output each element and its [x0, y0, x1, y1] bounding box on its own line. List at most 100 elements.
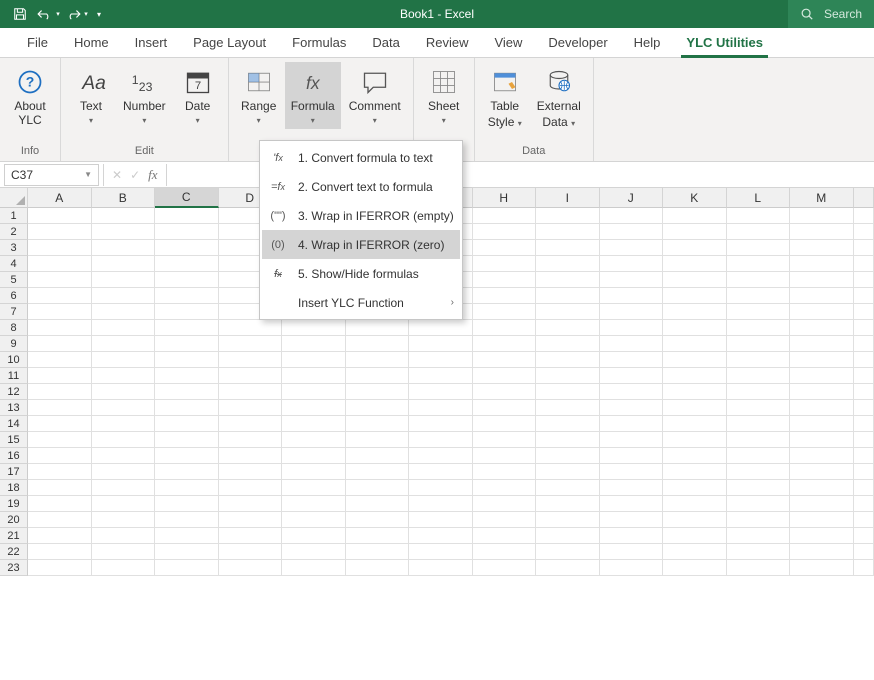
- cell[interactable]: [282, 368, 346, 384]
- cell[interactable]: [536, 512, 600, 528]
- tab-help[interactable]: Help: [621, 28, 674, 58]
- cell[interactable]: [28, 304, 92, 320]
- cell[interactable]: [600, 544, 664, 560]
- cell[interactable]: [790, 384, 854, 400]
- cell[interactable]: [473, 448, 537, 464]
- cell[interactable]: [790, 560, 854, 576]
- cell[interactable]: [536, 336, 600, 352]
- cell[interactable]: [600, 320, 664, 336]
- column-header[interactable]: A: [28, 188, 92, 208]
- cell[interactable]: [536, 288, 600, 304]
- cell[interactable]: [346, 432, 410, 448]
- cell[interactable]: [155, 208, 219, 224]
- cell[interactable]: [92, 352, 156, 368]
- cell[interactable]: [854, 448, 874, 464]
- cell[interactable]: [473, 416, 537, 432]
- cell[interactable]: [727, 272, 791, 288]
- cell[interactable]: [409, 544, 473, 560]
- tab-formulas[interactable]: Formulas: [279, 28, 359, 58]
- cell[interactable]: [790, 448, 854, 464]
- cell[interactable]: [28, 512, 92, 528]
- cell[interactable]: [790, 464, 854, 480]
- cell[interactable]: [727, 448, 791, 464]
- cell[interactable]: [663, 400, 727, 416]
- cell[interactable]: [155, 448, 219, 464]
- cell[interactable]: [473, 240, 537, 256]
- cell[interactable]: [92, 400, 156, 416]
- cell[interactable]: [727, 416, 791, 432]
- sheet-button[interactable]: Sheet▾: [420, 62, 468, 129]
- cell[interactable]: [92, 528, 156, 544]
- cell[interactable]: [92, 432, 156, 448]
- cell[interactable]: [854, 528, 874, 544]
- column-header[interactable]: C: [155, 188, 219, 208]
- cell[interactable]: [155, 464, 219, 480]
- cell[interactable]: [536, 384, 600, 400]
- cell[interactable]: [155, 368, 219, 384]
- cell[interactable]: [282, 480, 346, 496]
- cell[interactable]: [790, 224, 854, 240]
- cell[interactable]: [28, 272, 92, 288]
- cell[interactable]: [92, 272, 156, 288]
- cell[interactable]: [346, 352, 410, 368]
- cell[interactable]: [727, 304, 791, 320]
- cell[interactable]: [155, 496, 219, 512]
- column-header[interactable]: L: [727, 188, 791, 208]
- cell[interactable]: [282, 320, 346, 336]
- cell[interactable]: [28, 368, 92, 384]
- range-button[interactable]: Range▾: [235, 62, 283, 129]
- menu-item[interactable]: 'fx1. Convert formula to text: [262, 143, 460, 172]
- cell[interactable]: [600, 528, 664, 544]
- cell[interactable]: [727, 256, 791, 272]
- cell[interactable]: [536, 400, 600, 416]
- cell[interactable]: [28, 432, 92, 448]
- cell[interactable]: [155, 336, 219, 352]
- cell[interactable]: [727, 528, 791, 544]
- cell[interactable]: [409, 368, 473, 384]
- cell[interactable]: [663, 432, 727, 448]
- row-header[interactable]: 16: [0, 448, 28, 464]
- cell[interactable]: [92, 208, 156, 224]
- cell[interactable]: [600, 496, 664, 512]
- cell[interactable]: [790, 352, 854, 368]
- comment-button[interactable]: Comment▾: [343, 62, 407, 129]
- cell[interactable]: [854, 208, 874, 224]
- cell[interactable]: [536, 208, 600, 224]
- cell[interactable]: [790, 240, 854, 256]
- cell[interactable]: [219, 368, 283, 384]
- cell[interactable]: [727, 384, 791, 400]
- row-header[interactable]: 15: [0, 432, 28, 448]
- row-header[interactable]: 18: [0, 480, 28, 496]
- cell[interactable]: [600, 240, 664, 256]
- number-button[interactable]: 123Number▾: [117, 62, 172, 129]
- cell[interactable]: [600, 560, 664, 576]
- cell[interactable]: [727, 336, 791, 352]
- cell[interactable]: [473, 352, 537, 368]
- cell[interactable]: [282, 560, 346, 576]
- cell[interactable]: [600, 416, 664, 432]
- enter-icon[interactable]: ✓: [130, 168, 140, 182]
- cell[interactable]: [854, 352, 874, 368]
- cell[interactable]: [536, 448, 600, 464]
- cell[interactable]: [854, 224, 874, 240]
- cell[interactable]: [346, 480, 410, 496]
- cell[interactable]: [473, 384, 537, 400]
- cell[interactable]: [663, 384, 727, 400]
- save-icon[interactable]: [8, 2, 32, 26]
- row-header[interactable]: 21: [0, 528, 28, 544]
- cell[interactable]: [790, 496, 854, 512]
- cell[interactable]: [536, 368, 600, 384]
- row-header[interactable]: 22: [0, 544, 28, 560]
- cell[interactable]: [346, 400, 410, 416]
- cell[interactable]: [663, 544, 727, 560]
- cell[interactable]: [854, 240, 874, 256]
- cell[interactable]: [790, 432, 854, 448]
- cell[interactable]: [663, 352, 727, 368]
- cell[interactable]: [28, 336, 92, 352]
- cell[interactable]: [92, 256, 156, 272]
- cell[interactable]: [409, 336, 473, 352]
- column-header[interactable]: B: [92, 188, 156, 208]
- cell[interactable]: [854, 368, 874, 384]
- cell[interactable]: [790, 400, 854, 416]
- cell[interactable]: [473, 272, 537, 288]
